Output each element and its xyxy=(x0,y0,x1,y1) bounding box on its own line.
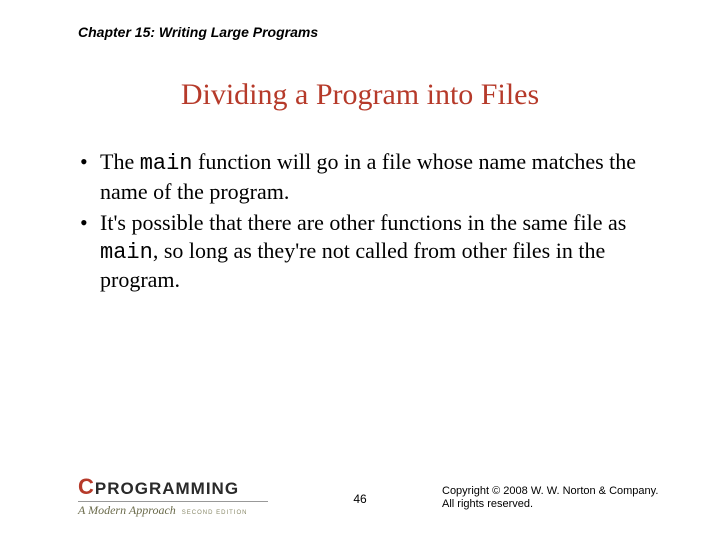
body-content: The main function will go in a file whos… xyxy=(78,148,660,298)
chapter-header: Chapter 15: Writing Large Programs xyxy=(78,24,318,40)
logo-edition: SECOND EDITION xyxy=(182,510,248,516)
bullet-text-pre: The xyxy=(100,149,140,174)
bullet-code: main xyxy=(100,240,153,265)
bullet-item: The main function will go in a file whos… xyxy=(78,148,660,205)
bullet-item: It's possible that there are other funct… xyxy=(78,209,660,294)
copyright-line: All rights reserved. xyxy=(442,498,672,512)
slide-title: Dividing a Program into Files xyxy=(0,78,720,112)
bullet-text-post: , so long as they're not called from oth… xyxy=(100,238,605,293)
footer: C PROGRAMMING A Modern Approach SECOND E… xyxy=(0,474,720,518)
bullet-code: main xyxy=(140,151,193,176)
bullet-text-pre: It's possible that there are other funct… xyxy=(100,210,626,235)
copyright-line: Copyright © 2008 W. W. Norton & Company. xyxy=(442,485,672,499)
copyright: Copyright © 2008 W. W. Norton & Company.… xyxy=(442,485,672,513)
